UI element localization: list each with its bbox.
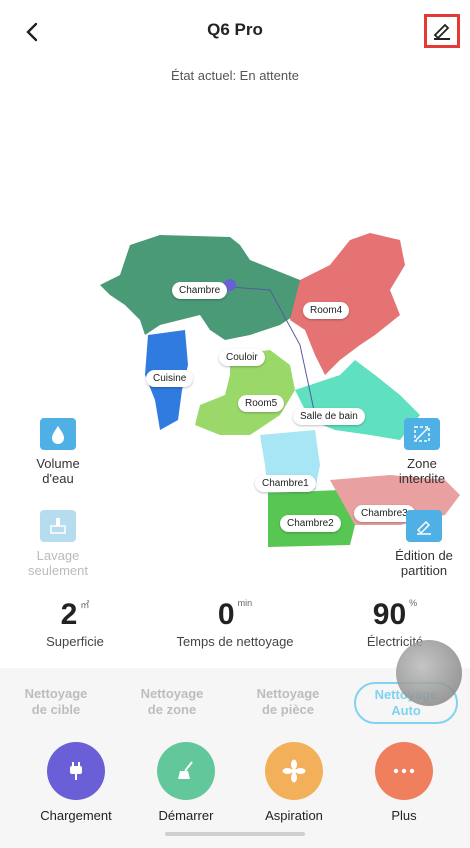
more-button[interactable]: Plus <box>354 742 454 823</box>
edit-partition-control[interactable]: Édition de partition <box>382 510 466 578</box>
page-title: Q6 Pro <box>207 20 263 39</box>
suction-button[interactable]: Aspiration <box>244 742 344 823</box>
room-label-room4[interactable]: Room4 <box>303 302 350 319</box>
water-volume-label: Volume d'eau <box>36 456 80 486</box>
no-go-zone-label: Zone interdite <box>398 456 446 486</box>
suction-label: Aspiration <box>265 808 323 823</box>
time-value: 0 <box>217 598 235 631</box>
more-label: Plus <box>391 808 417 823</box>
battery-value: 90 <box>372 598 407 631</box>
pencil-icon <box>433 23 450 40</box>
mode-label-line1: Nettoyage <box>256 686 320 701</box>
mop-icon <box>40 510 76 542</box>
mode-label-line1: Nettoyage <box>140 686 204 701</box>
area-value: 2 <box>60 598 78 631</box>
plug-icon <box>47 742 105 800</box>
room-label-salle-de-bain[interactable]: Salle de bain <box>293 408 365 425</box>
time-label: Temps de nettoyage <box>176 634 294 649</box>
stat-cleaning-time: 0 min Temps de nettoyage <box>160 598 310 649</box>
time-unit: min <box>237 598 253 608</box>
edit-partition-icon <box>406 510 442 542</box>
room-label-chambre1[interactable]: Chambre1 <box>255 475 316 492</box>
mode-zone-cleaning[interactable]: Nettoyage de zone <box>124 686 220 718</box>
more-icon <box>375 742 433 800</box>
room-label-chambre2[interactable]: Chambre2 <box>280 515 341 532</box>
mode-label-line2: Auto <box>391 703 421 718</box>
charge-label: Chargement <box>40 808 112 823</box>
robot-status: État actuel: En attente <box>171 68 299 83</box>
floor-map <box>100 233 460 547</box>
mode-label-line2: de cible <box>31 702 81 717</box>
fan-icon <box>265 742 323 800</box>
charge-button[interactable]: Chargement <box>26 742 126 823</box>
room-label-couloir[interactable]: Couloir <box>219 349 265 366</box>
home-indicator[interactable] <box>165 832 305 836</box>
forbidden-zone-icon <box>404 418 440 450</box>
edit-partition-label: Édition de partition <box>395 548 453 578</box>
start-label: Démarrer <box>158 808 214 823</box>
battery-unit: % <box>409 598 418 608</box>
stat-area: 2 ㎡ Superficie <box>20 598 130 649</box>
floating-assistive-button[interactable] <box>396 640 462 706</box>
area-unit: ㎡ <box>80 600 90 610</box>
mode-label-line1: Nettoyage <box>24 686 88 701</box>
edit-map-button[interactable] <box>424 14 460 48</box>
mode-target-cleaning[interactable]: Nettoyage de cible <box>8 686 104 718</box>
area-label: Superficie <box>46 634 104 649</box>
mop-only-label: Lavage seulement <box>28 548 88 578</box>
room-label-chambre[interactable]: Chambre <box>172 282 228 299</box>
water-volume-control[interactable]: Volume d'eau <box>26 418 90 486</box>
mode-room-cleaning[interactable]: Nettoyage de pièce <box>240 686 336 718</box>
broom-icon <box>157 742 215 800</box>
mode-label-line2: de zone <box>147 702 197 717</box>
no-go-zone-control[interactable]: Zone interdite <box>380 418 464 486</box>
mop-only-control[interactable]: Lavage seulement <box>18 510 98 578</box>
cleaning-map[interactable]: Chambre Room4 Couloir Cuisine Room5 Sall… <box>100 225 465 550</box>
room-label-cuisine[interactable]: Cuisine <box>146 370 194 387</box>
room-label-room5[interactable]: Room5 <box>238 395 285 412</box>
start-button[interactable]: Démarrer <box>136 742 236 823</box>
mode-label-line2: de pièce <box>261 702 315 717</box>
water-drop-icon <box>40 418 76 450</box>
